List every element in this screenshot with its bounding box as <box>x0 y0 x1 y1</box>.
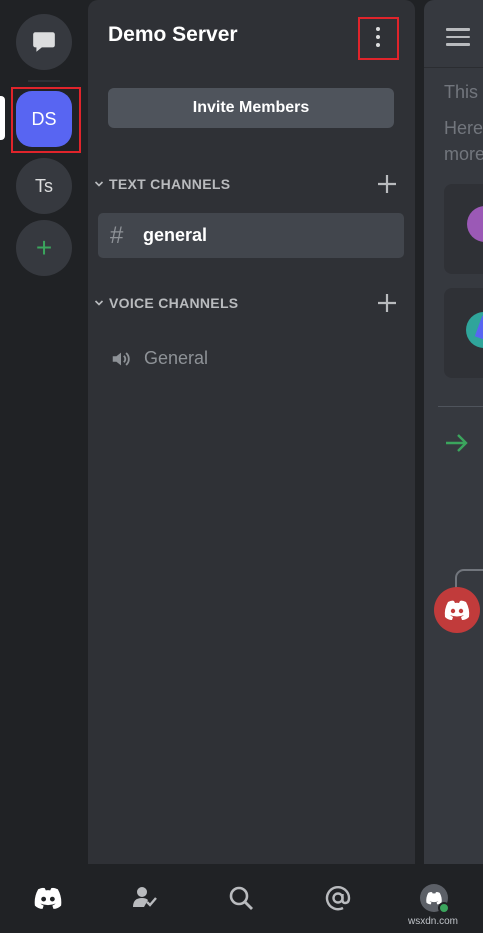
chat-bubble-icon <box>33 32 55 52</box>
chevron-down-icon <box>94 181 104 187</box>
rail-separator <box>28 80 60 82</box>
server-initials: Ts <box>35 175 53 196</box>
chevron-down-icon <box>94 300 104 306</box>
purple-avatar-icon <box>467 206 483 242</box>
peek-divider <box>438 406 483 407</box>
highlight-box-server <box>11 87 81 153</box>
at-mention-icon <box>325 886 351 911</box>
hash-icon: # <box>110 221 124 249</box>
highlight-box-options <box>358 17 399 60</box>
hamburger-line <box>446 28 470 31</box>
category-text-channels[interactable]: TEXT CHANNELS <box>94 176 230 192</box>
hamburger-line <box>446 43 470 46</box>
speaker-icon <box>112 351 130 366</box>
hamburger-line <box>446 35 470 39</box>
discord-bot-avatar <box>434 587 480 633</box>
add-server-button[interactable]: + <box>16 220 72 276</box>
peek-text-line: Here <box>444 118 483 138</box>
channel-name: General <box>144 348 209 368</box>
search-icon <box>229 886 253 910</box>
category-voice-channels[interactable]: VOICE CHANNELS <box>94 295 238 311</box>
plus-icon: + <box>35 232 53 263</box>
hamburger-menu-icon[interactable] <box>446 28 470 46</box>
channel-general-voice[interactable]: General <box>98 336 404 381</box>
arrow-right-icon <box>446 434 468 452</box>
peek-text-line: more <box>444 144 483 164</box>
discord-logo-icon <box>444 600 470 620</box>
mentions-tab[interactable] <box>322 882 354 914</box>
add-voice-channel-icon[interactable] <box>376 292 398 314</box>
server-ts[interactable]: Ts <box>16 158 72 214</box>
selected-server-indicator <box>0 96 5 140</box>
watermark: wsxdn.com <box>408 916 459 927</box>
friends-icon <box>133 887 157 907</box>
add-text-channel-icon[interactable] <box>376 173 398 195</box>
peek-text-line: This <box>444 82 479 102</box>
peek-header <box>424 0 483 68</box>
discord-logo-icon <box>34 887 62 909</box>
peek-card-invite[interactable] <box>444 184 483 274</box>
online-status-dot <box>438 902 450 914</box>
search-tab[interactable] <box>225 882 257 914</box>
peek-card-personalize[interactable] <box>444 288 483 378</box>
category-label: TEXT CHANNELS <box>109 176 231 192</box>
server-title[interactable]: Demo Server <box>108 23 238 47</box>
channel-name: general <box>143 225 208 245</box>
home-tab[interactable] <box>32 882 64 914</box>
invite-members-button[interactable]: Invite Members <box>108 88 394 128</box>
server-rail: DS Ts + <box>0 0 88 864</box>
category-label: VOICE CHANNELS <box>109 295 239 311</box>
main-content-peek[interactable]: This Here more <box>424 0 483 864</box>
direct-messages-button[interactable] <box>16 14 72 70</box>
friends-tab[interactable] <box>128 882 160 914</box>
channel-general-text[interactable]: # general <box>98 213 404 258</box>
app-root: DS Ts + Demo Server Invite Members TEXT … <box>0 0 483 933</box>
channel-panel: Demo Server Invite Members TEXT CHANNELS… <box>88 0 415 864</box>
